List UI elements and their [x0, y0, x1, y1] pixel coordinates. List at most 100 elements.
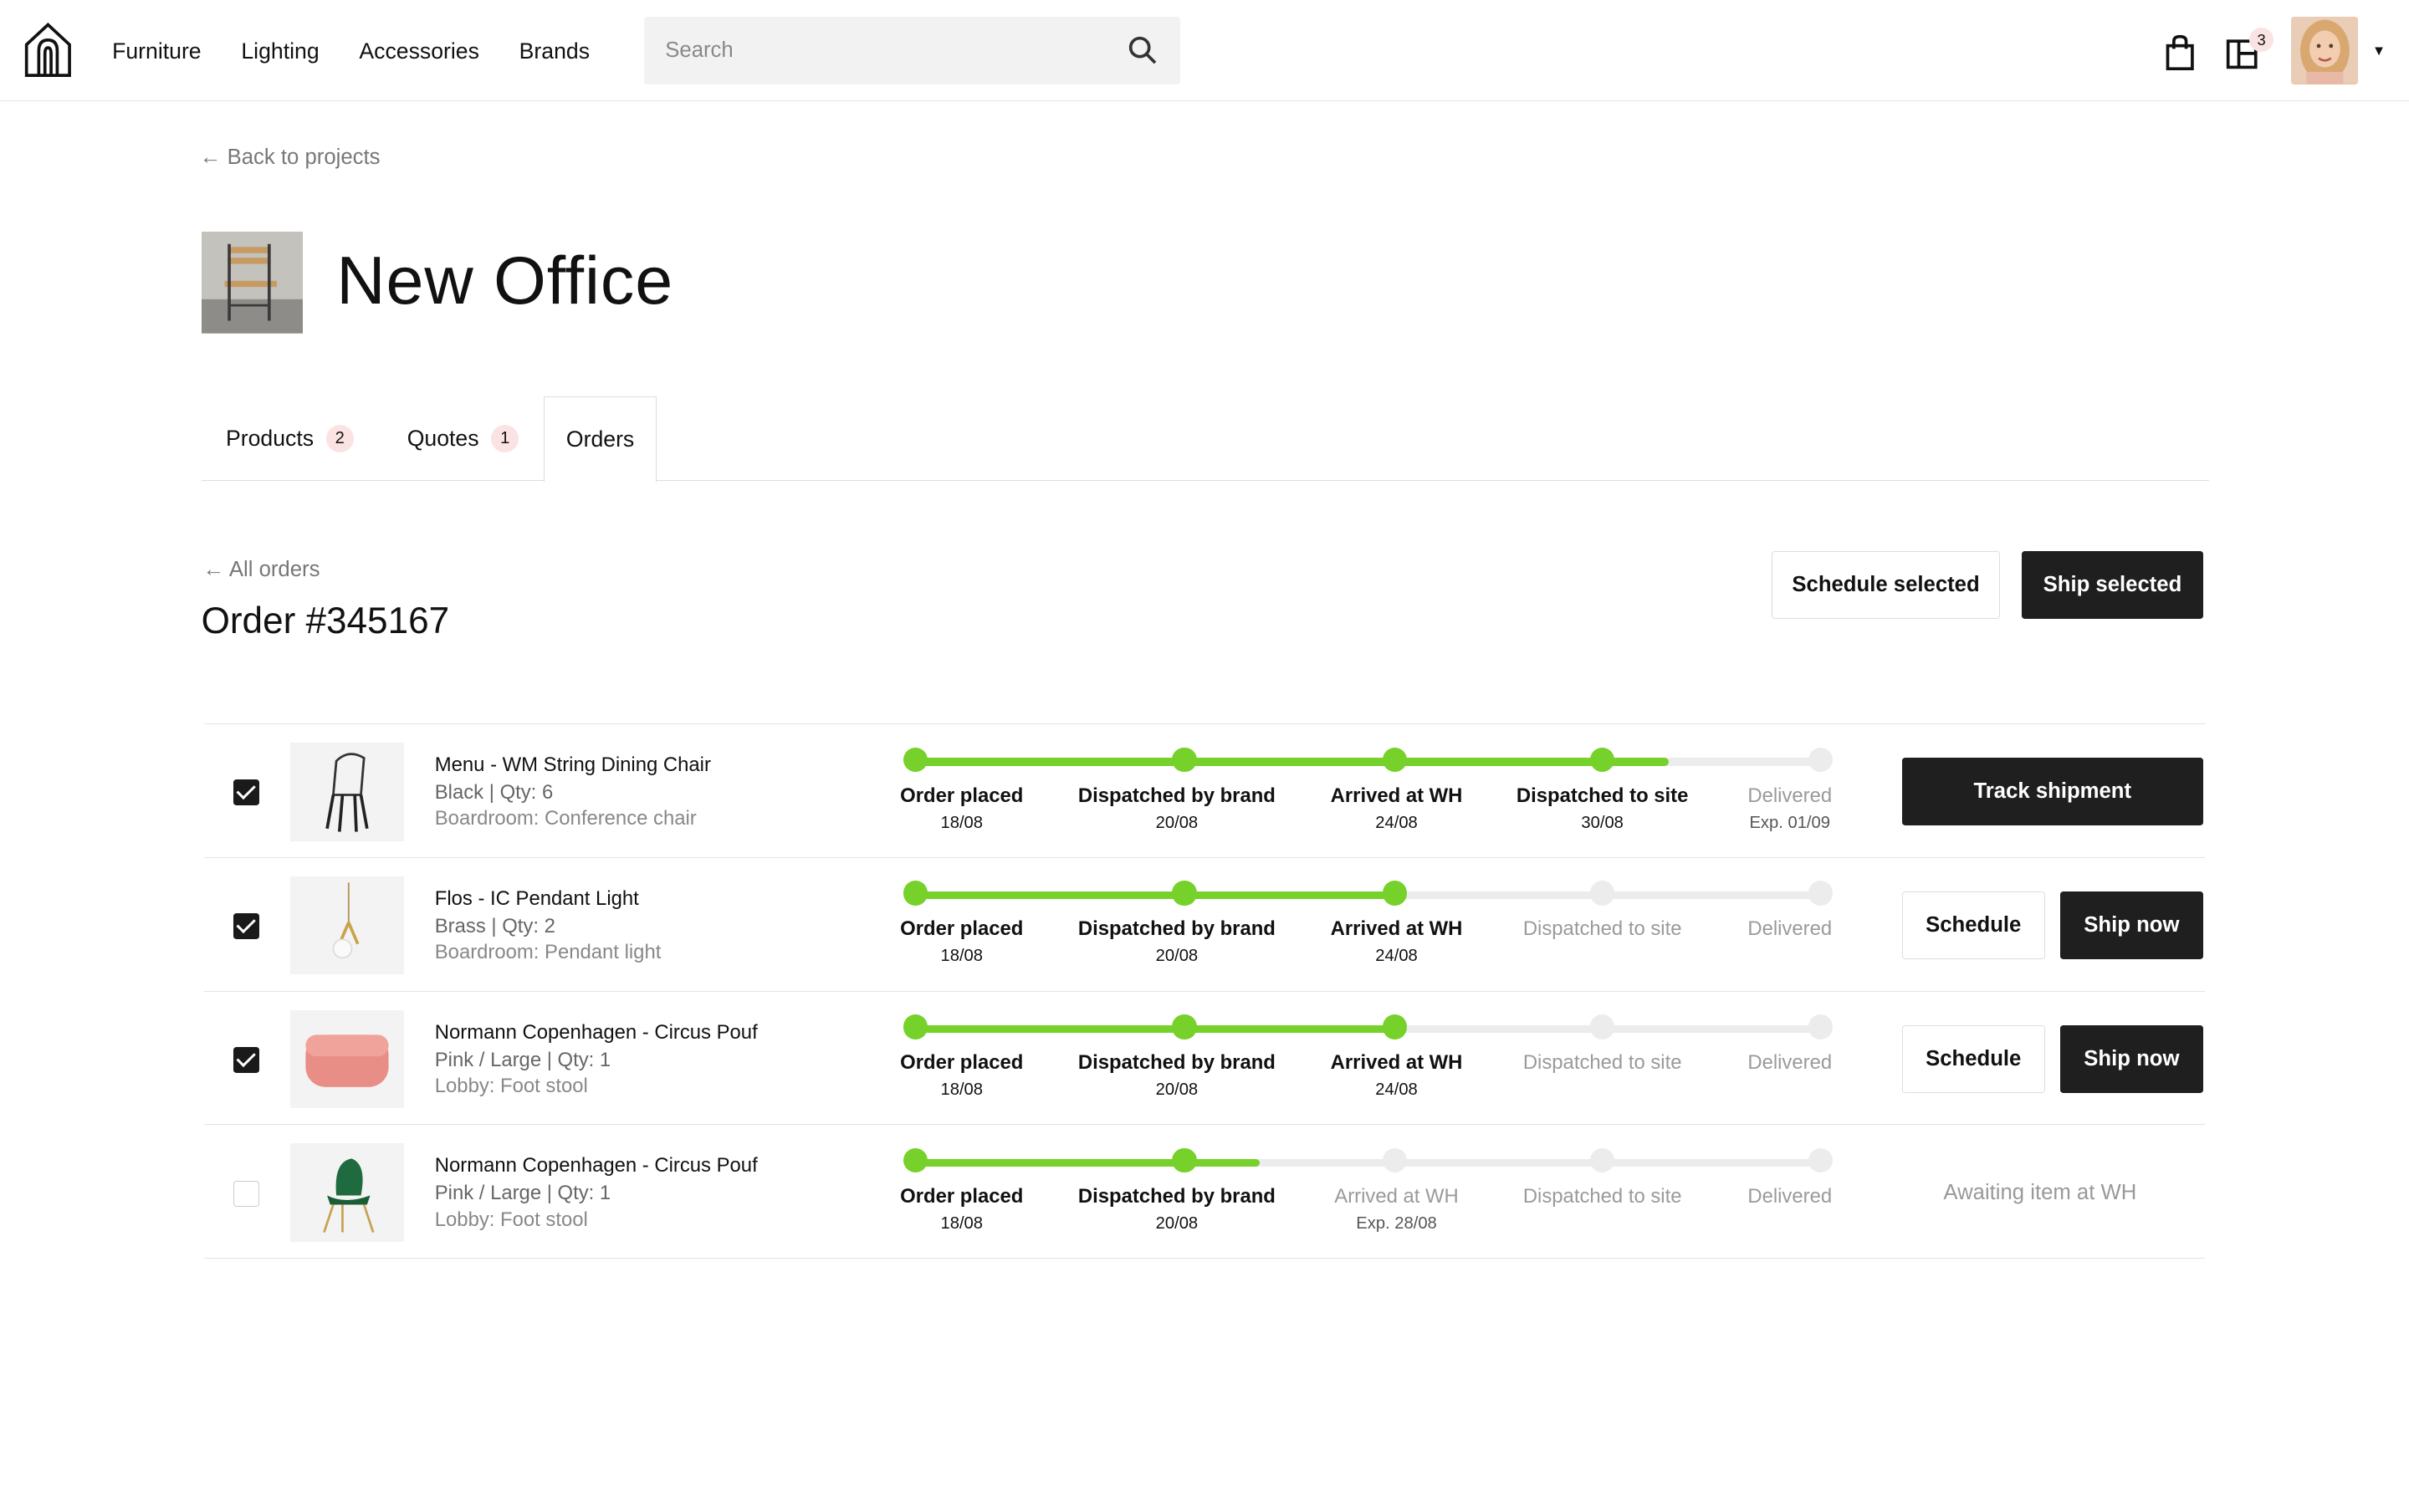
progress-step-label: Delivered [1747, 917, 1833, 941]
nav-lighting[interactable]: Lighting [241, 38, 319, 64]
progress-step-dot [1383, 1014, 1408, 1040]
progress-step-dot [1589, 881, 1615, 906]
progress-step-label: Dispatched to site [1516, 784, 1689, 807]
product-name: Menu - WM String Dining Chair [434, 753, 711, 776]
progress-step-label: Delivered [1747, 784, 1833, 807]
app-root: Furniture Lighting Accessories Brands Se… [0, 0, 2409, 1512]
user-avatar[interactable] [2290, 17, 2359, 85]
ship-now-button[interactable]: Ship now [2059, 1025, 2203, 1093]
progress-track [915, 1025, 1823, 1034]
product-variant: Pink / Large | Qty: 1 [434, 1182, 611, 1205]
progress-fill [915, 891, 1406, 900]
all-orders-link[interactable]: ← All orders [202, 558, 320, 582]
progress-step-label: Delivered [1747, 1051, 1833, 1075]
product-room: Lobby: Foot stool [434, 1208, 588, 1231]
progress-step-label: Arrived at WH [1330, 917, 1463, 941]
progress-step-date: 18/08 [940, 813, 984, 832]
tab-products-count: 2 [325, 424, 354, 452]
schedule-button[interactable]: Schedule [1901, 891, 2045, 960]
progress-step-label: Order placed [900, 917, 1024, 941]
schedule-selected-button[interactable]: Schedule selected [1771, 551, 2001, 620]
progress-step-date: 20/08 [1155, 947, 1199, 966]
table-row: Flos - IC Pendant Light Brass | Qty: 2 Boa… [204, 858, 2205, 992]
product-room: Boardroom: Conference chair [434, 807, 697, 830]
progress-fill [915, 1025, 1406, 1034]
progress-step-date: 20/08 [1155, 1080, 1199, 1100]
progress-step-label: Dispatched to site [1522, 1185, 1682, 1208]
progress-step-date: 24/08 [1375, 813, 1418, 832]
progress-step-date: 30/08 [1581, 813, 1624, 832]
progress-step-label: Dispatched by brand [1077, 1185, 1276, 1208]
progress-step-dot [1808, 1014, 1834, 1040]
row-checkbox[interactable] [233, 1180, 260, 1207]
home-logo-icon[interactable] [23, 20, 73, 79]
progress-step-date: 24/08 [1375, 1080, 1418, 1100]
project-thumbnail [201, 232, 303, 334]
search-icon[interactable] [1128, 35, 1158, 66]
nav-furniture[interactable]: Furniture [112, 38, 202, 64]
progress-step-dot [1172, 1147, 1197, 1173]
project-tabs: Products 2 Quotes 1 Orders [201, 396, 2210, 483]
progress-step-label: Dispatched to site [1522, 917, 1682, 941]
search-placeholder: Search [665, 38, 734, 62]
progress-step-dot [1589, 1014, 1615, 1040]
progress-step-dot [1589, 1147, 1615, 1173]
tab-products[interactable]: Products 2 [226, 396, 354, 481]
product-name: Normann Copenhagen - Circus Pouf [434, 1154, 758, 1177]
progress-step-label: Delivered [1747, 1185, 1833, 1208]
progress-track [915, 1158, 1823, 1167]
progress-step-label: Dispatched to site [1522, 1051, 1682, 1075]
projects-count-badge: 3 [2248, 28, 2274, 53]
progress-step-label: Order placed [900, 784, 1024, 807]
progress-step-label: Dispatched by brand [1077, 917, 1276, 941]
order-title: Order #345167 [201, 600, 450, 642]
order-items-table: Menu - WM String Dining Chair Black | Qty… [204, 723, 2205, 1259]
row-checkbox[interactable] [233, 779, 260, 806]
tab-quotes-label: Quotes [407, 425, 479, 451]
tab-orders[interactable]: Orders [544, 396, 657, 483]
nav-brands[interactable]: Brands [519, 38, 590, 64]
main-nav: Furniture Lighting Accessories Brands [112, 38, 590, 64]
product-variant: Brass | Qty: 2 [434, 914, 555, 937]
product-thumbnail [290, 876, 405, 975]
table-row: Normann Copenhagen - Circus Pouf Pink / L… [204, 992, 2205, 1126]
progress-track [915, 758, 1823, 766]
track-shipment-button[interactable]: Track shipment [1901, 758, 2203, 826]
progress-step-date: 18/08 [940, 1080, 984, 1100]
shopping-bag-icon[interactable] [2163, 33, 2197, 71]
schedule-button[interactable]: Schedule [1901, 1025, 2045, 1093]
page-title: New Office [336, 243, 674, 319]
product-name: Normann Copenhagen - Circus Pouf [434, 1020, 758, 1044]
chevron-down-icon[interactable]: ▼ [2372, 43, 2386, 59]
ship-selected-button[interactable]: Ship selected [2022, 551, 2203, 620]
tab-orders-label: Orders [565, 426, 635, 452]
progress-step-dot [1383, 881, 1408, 906]
progress-step-dot [1172, 1014, 1197, 1040]
search-input[interactable]: Search [643, 17, 1180, 85]
progress-fill [915, 758, 1669, 766]
product-room: Lobby: Foot stool [434, 1074, 588, 1097]
product-variant: Pink / Large | Qty: 1 [434, 1048, 611, 1071]
progress-step-date: 18/08 [940, 947, 984, 966]
tab-quotes[interactable]: Quotes 1 [407, 396, 519, 481]
tab-quotes-count: 1 [491, 424, 519, 452]
status-text: Awaiting item at WH [1943, 1180, 2137, 1204]
row-checkbox[interactable] [233, 912, 260, 940]
row-checkbox[interactable] [233, 1046, 260, 1073]
product-thumbnail [290, 1143, 405, 1242]
progress-step-label: Dispatched by brand [1077, 784, 1276, 807]
nav-accessories[interactable]: Accessories [359, 38, 479, 64]
back-to-projects-link[interactable]: ← Back to projects [200, 146, 381, 170]
product-room: Boardroom: Pendant light [434, 941, 662, 964]
product-name: Flos - IC Pendant Light [434, 886, 639, 910]
progress-step-dot [1808, 747, 1834, 772]
progress-step-label: Order placed [900, 1051, 1024, 1075]
progress-track [915, 891, 1823, 900]
progress-step-label: Arrived at WH [1330, 1051, 1463, 1075]
progress-step-dot [1808, 1147, 1834, 1173]
progress-step-date: Exp. 28/08 [1356, 1213, 1437, 1233]
product-variant: Black | Qty: 6 [434, 781, 554, 805]
table-row: Menu - WM String Dining Chair Black | Qty… [204, 724, 2205, 858]
ship-now-button[interactable]: Ship now [2059, 891, 2203, 960]
product-thumbnail [290, 743, 405, 841]
